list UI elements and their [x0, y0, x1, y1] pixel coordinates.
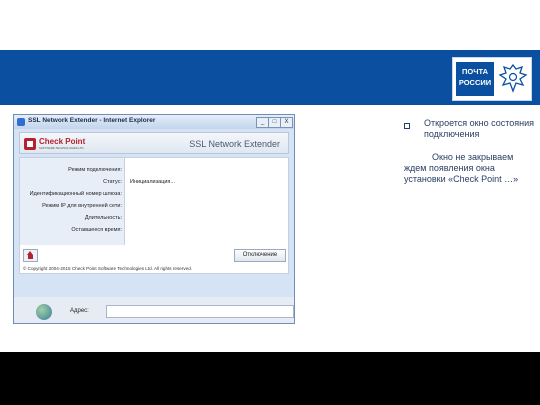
address-input[interactable] [106, 305, 294, 318]
close-button[interactable]: X [280, 117, 293, 128]
product-title: SSL Network Extender [189, 139, 280, 149]
logo-wordmark: ПОЧТА РОССИИ [456, 62, 494, 96]
footer-bar [0, 352, 540, 405]
logo-line2: РОССИИ [458, 78, 492, 87]
russian-post-logo: ПОЧТА РОССИИ [452, 57, 532, 101]
address-label: Адрес: [70, 308, 89, 314]
duration-label: Длительность: [84, 215, 122, 221]
ie-address-bar: Адрес: [14, 297, 294, 323]
bullet-note: Откроется окно состояния подключения [424, 118, 534, 139]
remaining-time-label: Оставшееся время: [71, 227, 122, 233]
logo-line1: ПОЧТА [461, 67, 489, 76]
status-label: Статус: [103, 179, 122, 185]
checkpoint-brand-sub: SOFTWARE TECHNOLOGIES LTD. [39, 146, 85, 150]
ssl-extender-window: SSL Network Extender - Internet Explorer… [13, 114, 295, 324]
disconnect-button[interactable]: Отключение [234, 249, 286, 262]
status-panel: Режим подключения: Статус: Идентификацио… [19, 157, 289, 274]
gateway-id-label: Идентификационный номер шлюза: [29, 191, 122, 197]
checkpoint-mark-icon [24, 138, 36, 150]
connection-mode-label: Режим подключения: [68, 167, 122, 173]
window-titlebar[interactable]: SSL Network Extender - Internet Explorer… [14, 115, 294, 129]
window-title: SSL Network Extender - Internet Explorer [28, 117, 156, 124]
field-labels-column: Режим подключения: Статус: Идентификацио… [20, 158, 125, 245]
status-value: Инициализация... [130, 179, 175, 185]
globe-icon [36, 304, 52, 320]
product-banner: Check Point SOFTWARE TECHNOLOGIES LTD. S… [19, 132, 289, 154]
slide: ПОЧТА РОССИИ SSL Network Extender - Inte… [0, 0, 540, 405]
body-note: Окно не закрываем ждем появления окна ус… [404, 152, 519, 184]
checkpoint-logo: Check Point SOFTWARE TECHNOLOGIES LTD. [24, 137, 94, 151]
checkbox-bullet-icon [404, 123, 410, 129]
eagle-emblem-icon [498, 63, 528, 93]
home-icon[interactable] [23, 249, 38, 262]
ip-mode-label: Режим IP для внутренней сети: [42, 203, 122, 209]
copyright-text: © Copyright 2004-2015 Check Point Softwa… [23, 266, 193, 271]
checkpoint-brand: Check Point [39, 137, 86, 146]
ie-icon [17, 118, 25, 126]
